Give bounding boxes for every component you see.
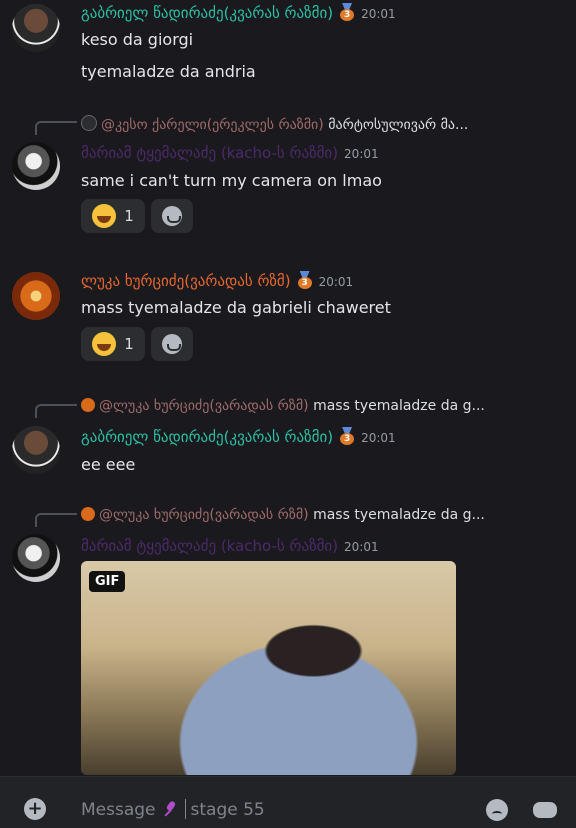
timestamp: 20:01	[361, 7, 396, 21]
medal-icon	[297, 271, 313, 289]
avatar[interactable]	[12, 272, 60, 320]
reaction-laugh[interactable]: 1	[81, 327, 145, 361]
reply-author: @კესო ქარელი(ერეკლეს რაზმი)	[101, 117, 324, 133]
microphone-icon	[162, 800, 180, 818]
medal-icon	[339, 3, 355, 21]
add-reaction-button[interactable]	[151, 199, 193, 233]
reply-author: @ლუკა ხურციძე(ვარადას რზმ)	[99, 398, 309, 414]
laughing-emoji-icon	[92, 204, 117, 228]
message-text: keso da giorgi	[81, 30, 194, 49]
message-text: tyemaladze da andria	[81, 62, 256, 81]
add-reaction-icon	[162, 206, 182, 226]
author-name[interactable]: გაბრიელ წადირაძე(კვარას რაზმი)	[81, 4, 333, 22]
reply-text: mass tyemaladze da g...	[313, 507, 485, 523]
reply-connector	[35, 121, 77, 135]
add-reaction-button[interactable]	[151, 327, 193, 361]
reply-avatar-icon	[81, 398, 95, 412]
message-header: მარიამ ტყემალაძე (kacho-ს რაზმი) 20:01	[81, 144, 379, 162]
reaction-count: 1	[124, 207, 134, 225]
message-header: მარიამ ტყემალაძე (kacho-ს რაზმი) 20:01	[81, 537, 379, 555]
emoji-picker-icon[interactable]	[486, 799, 508, 821]
timestamp: 20:01	[361, 431, 396, 445]
reply-text: mass tyemaladze da g...	[313, 398, 485, 414]
reply-avatar-icon	[81, 507, 95, 521]
message-input[interactable]: Message stage 55	[81, 799, 265, 820]
message-header: გაბრიელ წადირაძე(კვარას რაზმი) 20:01	[81, 427, 396, 446]
reply-connector	[35, 513, 77, 527]
timestamp: 20:01	[344, 147, 379, 161]
author-name[interactable]: გაბრიელ წადირაძე(კვარას რაზმი)	[81, 428, 333, 446]
reaction-count: 1	[124, 335, 134, 353]
author-name[interactable]: მარიამ ტყემალაძე (kacho-ს რაზმი)	[81, 537, 338, 555]
avatar[interactable]	[12, 4, 60, 52]
message-header: გაბრიელ წადირაძე(კვარას რაზმი) 20:01	[81, 3, 396, 22]
reply-connector	[35, 404, 77, 418]
text-cursor	[184, 799, 186, 819]
timestamp: 20:01	[318, 275, 354, 289]
message-composer: + Message stage 55	[0, 776, 576, 828]
add-attachment-icon[interactable]: +	[24, 798, 46, 820]
gamepad-icon[interactable]	[533, 802, 557, 818]
gif-attachment[interactable]: GIF	[81, 561, 456, 775]
reply-preview[interactable]: @ლუკა ხურციძე(ვარადას რზმ) mass tyemalad…	[81, 398, 485, 414]
reply-author: @ლუკა ხურციძე(ვარადას რზმ)	[99, 507, 309, 523]
author-name[interactable]: მარიამ ტყემალაძე (kacho-ს რაზმი)	[81, 144, 338, 162]
timestamp: 20:01	[344, 540, 379, 554]
medal-icon	[339, 427, 355, 445]
reply-preview[interactable]: @კესო ქარელი(ერეკლეს რაზმი) მარტოსულივარ…	[81, 115, 468, 133]
message-header: ლუკა ხურციძე(ვარადას რზმ) 20:01	[81, 271, 353, 290]
avatar[interactable]	[12, 142, 60, 190]
avatar[interactable]	[12, 426, 60, 474]
laughing-emoji-icon	[92, 332, 117, 356]
message-text: ee eee	[81, 455, 136, 474]
message-text: mass tyemaladze da gabrieli chaweret	[81, 298, 391, 317]
message-text: same i can't turn my camera on lmao	[81, 171, 382, 190]
avatar[interactable]	[12, 534, 60, 582]
add-reaction-icon	[162, 334, 182, 354]
reply-avatar-icon	[81, 115, 97, 131]
reply-preview[interactable]: @ლუკა ხურციძე(ვარადას რზმ) mass tyemalad…	[81, 507, 485, 523]
gif-badge: GIF	[89, 571, 126, 592]
reaction-laugh[interactable]: 1	[81, 199, 145, 233]
author-name[interactable]: ლუკა ხურციძე(ვარადას რზმ)	[81, 272, 291, 290]
input-placeholder: Message	[81, 800, 156, 820]
reply-text: მარტოსულივარ მა...	[328, 117, 469, 133]
channel-name: stage 55	[190, 800, 265, 820]
